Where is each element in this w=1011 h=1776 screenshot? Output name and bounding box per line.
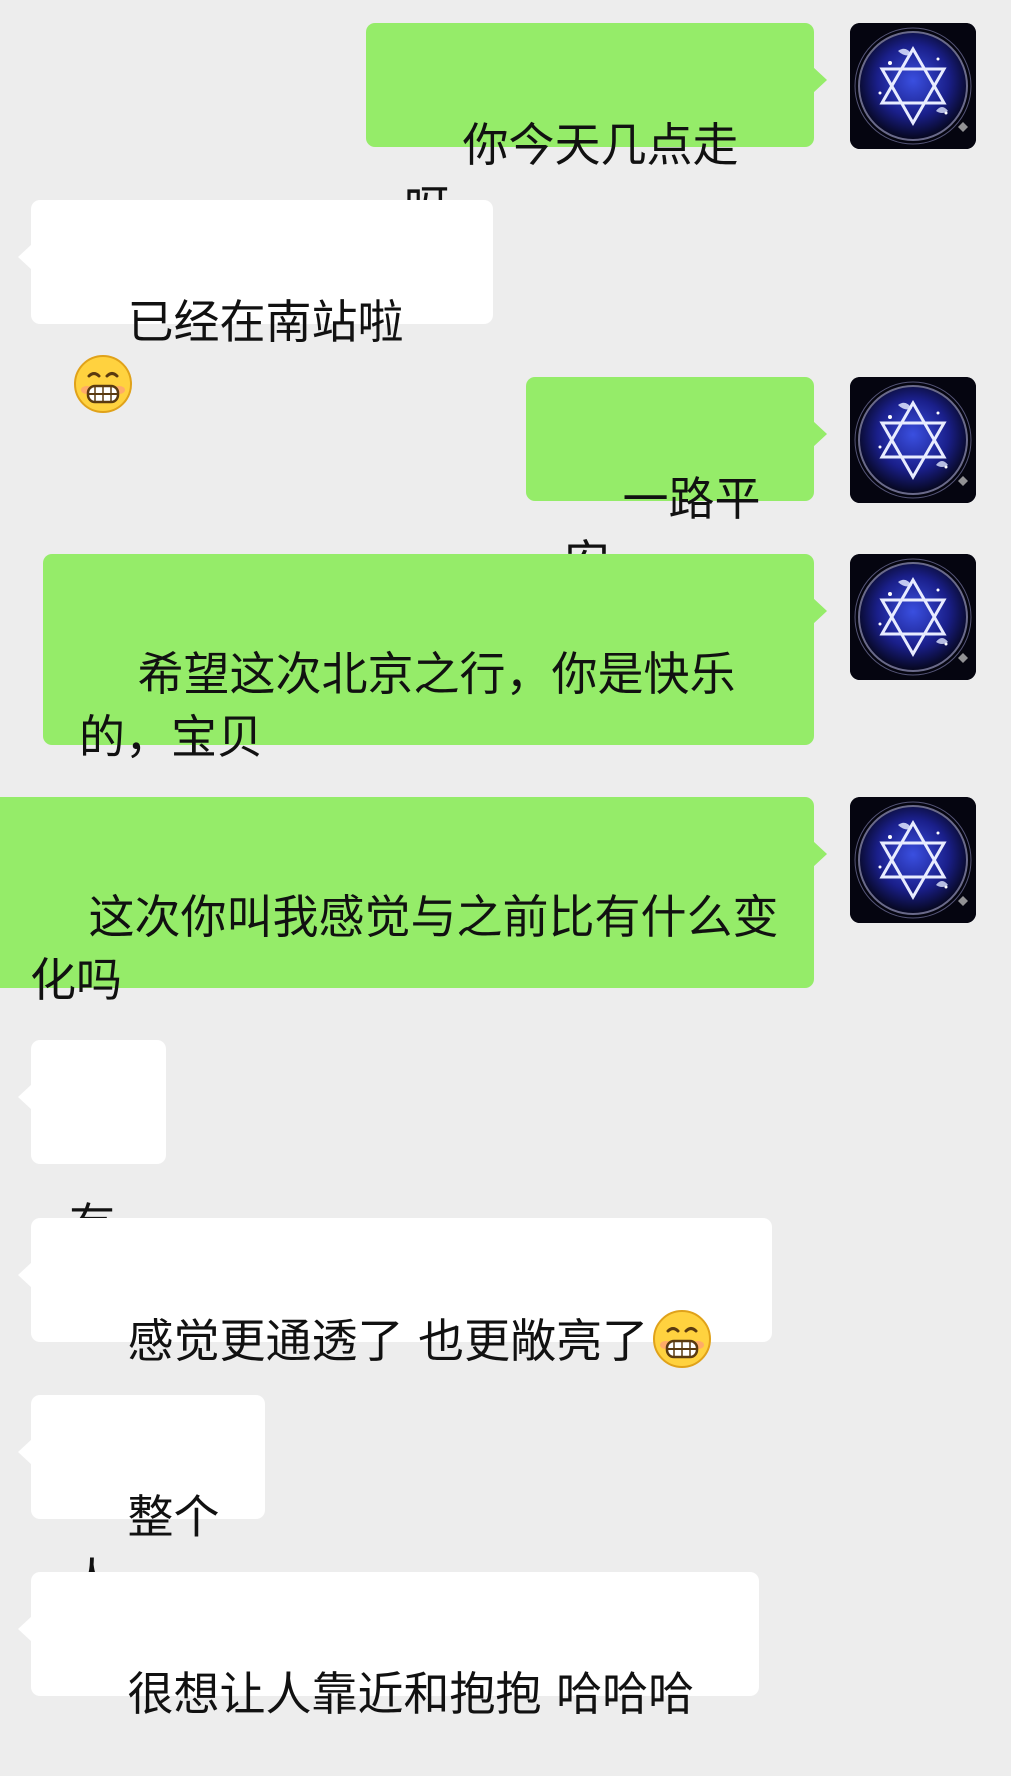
received-message-bubble[interactable]: 有 xyxy=(18,1040,166,1252)
star-of-david-avatar-icon[interactable] xyxy=(850,377,976,503)
message-text: 已经在南站啦 xyxy=(127,295,404,349)
grinning-face-emoji-icon xyxy=(73,354,133,414)
message-text: 感觉更通透了 也更敞亮了 xyxy=(127,1314,649,1368)
chat-history: 你今天几点走呀 已经在南站啦 一路平安 希望这次北京之行，你是快乐的，宝贝 这次… xyxy=(0,0,1011,1776)
star-of-david-avatar-icon[interactable] xyxy=(850,554,976,680)
received-message-bubble[interactable]: 整个人 xyxy=(18,1395,265,1607)
sent-message-bubble[interactable]: 希望这次北京之行，你是快乐的，宝贝 xyxy=(43,554,827,764)
received-message-bubble[interactable]: 很想让人靠近和抱抱 哈哈哈 xyxy=(18,1572,759,1721)
star-of-david-avatar-icon[interactable] xyxy=(850,23,976,149)
message-text: 这次你叫我感觉与之前比有什么变化吗 xyxy=(30,890,779,1007)
message-text: 很想让人靠近和抱抱 哈哈哈 xyxy=(127,1667,695,1721)
sent-message-bubble[interactable]: 你今天几点走呀 xyxy=(366,23,827,235)
star-of-david-avatar-icon[interactable] xyxy=(850,797,976,923)
received-message-bubble[interactable]: 感觉更通透了 也更敞亮了 xyxy=(18,1218,772,1342)
grinning-face-emoji-icon xyxy=(652,1309,712,1369)
sent-message-bubble[interactable]: 这次你叫我感觉与之前比有什么变化吗 xyxy=(0,797,827,1007)
sent-message-bubble[interactable]: 一路平安 xyxy=(526,377,827,589)
message-text: 希望这次北京之行，你是快乐的，宝贝 xyxy=(79,647,736,764)
received-message-bubble[interactable]: 已经在南站啦 xyxy=(18,200,493,324)
